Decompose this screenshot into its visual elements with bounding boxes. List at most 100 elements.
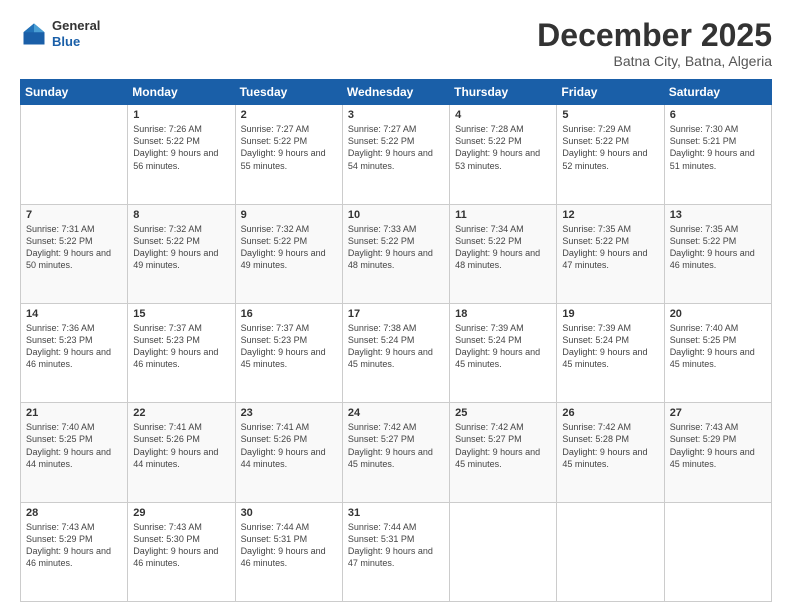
day-number: 16 — [241, 308, 337, 320]
cell-details: Sunrise: 7:42 AM Sunset: 5:27 PM Dayligh… — [455, 421, 551, 470]
logo-icon — [20, 20, 48, 48]
calendar-cell: 17 Sunrise: 7:38 AM Sunset: 5:24 PM Dayl… — [342, 303, 449, 402]
day-header-wednesday: Wednesday — [342, 80, 449, 105]
subtitle: Batna City, Batna, Algeria — [537, 53, 772, 69]
daylight: Daylight: 9 hours and 45 minutes. — [562, 346, 658, 370]
day-number: 4 — [455, 109, 551, 121]
sunrise: Sunrise: 7:44 AM — [241, 521, 337, 533]
daylight: Daylight: 9 hours and 45 minutes. — [455, 446, 551, 470]
title-block: December 2025 Batna City, Batna, Algeria — [537, 18, 772, 69]
cell-details: Sunrise: 7:27 AM Sunset: 5:22 PM Dayligh… — [348, 123, 444, 172]
page: General Blue December 2025 Batna City, B… — [0, 0, 792, 612]
sunset: Sunset: 5:23 PM — [241, 334, 337, 346]
sunset: Sunset: 5:23 PM — [26, 334, 122, 346]
daylight: Daylight: 9 hours and 46 minutes. — [26, 346, 122, 370]
daylight: Daylight: 9 hours and 50 minutes. — [26, 247, 122, 271]
calendar-cell: 2 Sunrise: 7:27 AM Sunset: 5:22 PM Dayli… — [235, 105, 342, 204]
calendar-cell: 7 Sunrise: 7:31 AM Sunset: 5:22 PM Dayli… — [21, 204, 128, 303]
cell-details: Sunrise: 7:38 AM Sunset: 5:24 PM Dayligh… — [348, 322, 444, 371]
sunset: Sunset: 5:25 PM — [26, 433, 122, 445]
calendar-cell: 16 Sunrise: 7:37 AM Sunset: 5:23 PM Dayl… — [235, 303, 342, 402]
sunset: Sunset: 5:22 PM — [133, 135, 229, 147]
calendar-cell: 23 Sunrise: 7:41 AM Sunset: 5:26 PM Dayl… — [235, 403, 342, 502]
sunset: Sunset: 5:24 PM — [562, 334, 658, 346]
calendar-cell: 28 Sunrise: 7:43 AM Sunset: 5:29 PM Dayl… — [21, 502, 128, 601]
daylight: Daylight: 9 hours and 52 minutes. — [562, 147, 658, 171]
cell-details: Sunrise: 7:36 AM Sunset: 5:23 PM Dayligh… — [26, 322, 122, 371]
day-number: 5 — [562, 109, 658, 121]
day-header-saturday: Saturday — [664, 80, 771, 105]
sunrise: Sunrise: 7:35 AM — [562, 223, 658, 235]
sunset: Sunset: 5:27 PM — [348, 433, 444, 445]
week-row-0: 1 Sunrise: 7:26 AM Sunset: 5:22 PM Dayli… — [21, 105, 772, 204]
cell-details: Sunrise: 7:43 AM Sunset: 5:29 PM Dayligh… — [670, 421, 766, 470]
daylight: Daylight: 9 hours and 46 minutes. — [241, 545, 337, 569]
calendar-cell: 8 Sunrise: 7:32 AM Sunset: 5:22 PM Dayli… — [128, 204, 235, 303]
cell-details: Sunrise: 7:44 AM Sunset: 5:31 PM Dayligh… — [241, 521, 337, 570]
sunrise: Sunrise: 7:40 AM — [670, 322, 766, 334]
cell-details: Sunrise: 7:42 AM Sunset: 5:27 PM Dayligh… — [348, 421, 444, 470]
daylight: Daylight: 9 hours and 44 minutes. — [133, 446, 229, 470]
daylight: Daylight: 9 hours and 45 minutes. — [348, 346, 444, 370]
day-header-sunday: Sunday — [21, 80, 128, 105]
sunrise: Sunrise: 7:42 AM — [562, 421, 658, 433]
week-row-3: 21 Sunrise: 7:40 AM Sunset: 5:25 PM Dayl… — [21, 403, 772, 502]
sunset: Sunset: 5:22 PM — [562, 235, 658, 247]
sunrise: Sunrise: 7:27 AM — [348, 123, 444, 135]
sunrise: Sunrise: 7:40 AM — [26, 421, 122, 433]
sunset: Sunset: 5:30 PM — [133, 533, 229, 545]
day-number: 9 — [241, 209, 337, 221]
cell-details: Sunrise: 7:28 AM Sunset: 5:22 PM Dayligh… — [455, 123, 551, 172]
daylight: Daylight: 9 hours and 49 minutes. — [241, 247, 337, 271]
sunset: Sunset: 5:22 PM — [348, 135, 444, 147]
calendar-cell: 10 Sunrise: 7:33 AM Sunset: 5:22 PM Dayl… — [342, 204, 449, 303]
calendar-cell: 15 Sunrise: 7:37 AM Sunset: 5:23 PM Dayl… — [128, 303, 235, 402]
day-number: 7 — [26, 209, 122, 221]
sunset: Sunset: 5:22 PM — [455, 235, 551, 247]
calendar-cell: 29 Sunrise: 7:43 AM Sunset: 5:30 PM Dayl… — [128, 502, 235, 601]
day-number: 1 — [133, 109, 229, 121]
day-number: 31 — [348, 507, 444, 519]
sunrise: Sunrise: 7:41 AM — [133, 421, 229, 433]
calendar: SundayMondayTuesdayWednesdayThursdayFrid… — [20, 79, 772, 602]
calendar-cell: 24 Sunrise: 7:42 AM Sunset: 5:27 PM Dayl… — [342, 403, 449, 502]
header: General Blue December 2025 Batna City, B… — [20, 18, 772, 69]
sunrise: Sunrise: 7:37 AM — [241, 322, 337, 334]
sunrise: Sunrise: 7:38 AM — [348, 322, 444, 334]
daylight: Daylight: 9 hours and 49 minutes. — [133, 247, 229, 271]
sunset: Sunset: 5:24 PM — [348, 334, 444, 346]
calendar-cell: 1 Sunrise: 7:26 AM Sunset: 5:22 PM Dayli… — [128, 105, 235, 204]
sunrise: Sunrise: 7:37 AM — [133, 322, 229, 334]
day-number: 21 — [26, 407, 122, 419]
calendar-cell: 9 Sunrise: 7:32 AM Sunset: 5:22 PM Dayli… — [235, 204, 342, 303]
day-number: 25 — [455, 407, 551, 419]
cell-details: Sunrise: 7:27 AM Sunset: 5:22 PM Dayligh… — [241, 123, 337, 172]
logo: General Blue — [20, 18, 100, 49]
day-number: 29 — [133, 507, 229, 519]
daylight: Daylight: 9 hours and 45 minutes. — [241, 346, 337, 370]
sunset: Sunset: 5:24 PM — [455, 334, 551, 346]
sunrise: Sunrise: 7:33 AM — [348, 223, 444, 235]
daylight: Daylight: 9 hours and 45 minutes. — [670, 446, 766, 470]
calendar-cell: 22 Sunrise: 7:41 AM Sunset: 5:26 PM Dayl… — [128, 403, 235, 502]
day-number: 12 — [562, 209, 658, 221]
day-number: 8 — [133, 209, 229, 221]
daylight: Daylight: 9 hours and 46 minutes. — [133, 545, 229, 569]
daylight: Daylight: 9 hours and 51 minutes. — [670, 147, 766, 171]
day-number: 28 — [26, 507, 122, 519]
sunrise: Sunrise: 7:32 AM — [241, 223, 337, 235]
cell-details: Sunrise: 7:39 AM Sunset: 5:24 PM Dayligh… — [562, 322, 658, 371]
sunrise: Sunrise: 7:27 AM — [241, 123, 337, 135]
cell-details: Sunrise: 7:34 AM Sunset: 5:22 PM Dayligh… — [455, 223, 551, 272]
logo-text: General Blue — [52, 18, 100, 49]
day-number: 24 — [348, 407, 444, 419]
sunrise: Sunrise: 7:26 AM — [133, 123, 229, 135]
cell-details: Sunrise: 7:32 AM Sunset: 5:22 PM Dayligh… — [241, 223, 337, 272]
daylight: Daylight: 9 hours and 54 minutes. — [348, 147, 444, 171]
daylight: Daylight: 9 hours and 46 minutes. — [670, 247, 766, 271]
day-number: 22 — [133, 407, 229, 419]
daylight: Daylight: 9 hours and 48 minutes. — [455, 247, 551, 271]
sunset: Sunset: 5:22 PM — [455, 135, 551, 147]
calendar-cell: 27 Sunrise: 7:43 AM Sunset: 5:29 PM Dayl… — [664, 403, 771, 502]
cell-details: Sunrise: 7:39 AM Sunset: 5:24 PM Dayligh… — [455, 322, 551, 371]
